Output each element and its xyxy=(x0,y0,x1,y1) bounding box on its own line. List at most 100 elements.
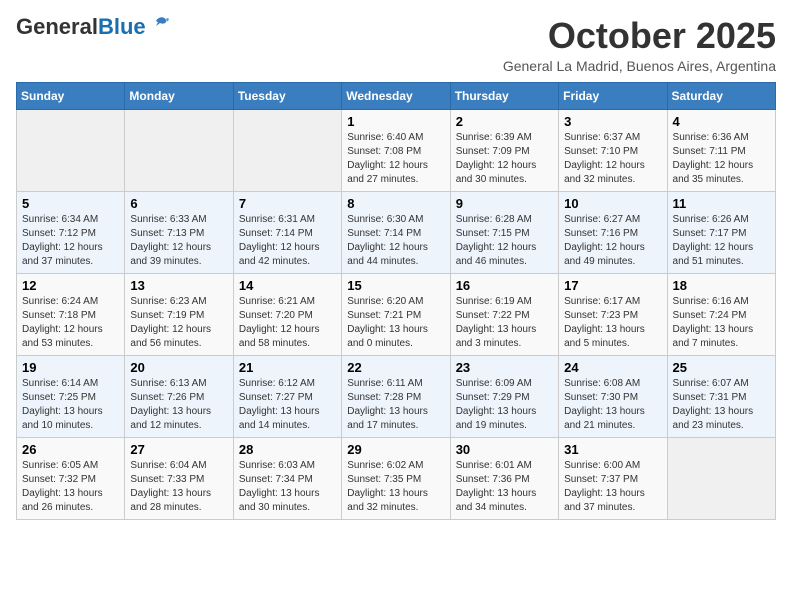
day-number: 8 xyxy=(347,196,444,211)
header-day-friday: Friday xyxy=(559,82,667,109)
day-cell xyxy=(667,437,775,519)
day-number: 27 xyxy=(130,442,227,457)
week-row-4: 19 Sunrise: 6:14 AM Sunset: 7:25 PM Dayli… xyxy=(17,355,776,437)
day-number: 17 xyxy=(564,278,661,293)
header-day-wednesday: Wednesday xyxy=(342,82,450,109)
day-number: 14 xyxy=(239,278,336,293)
day-number: 5 xyxy=(22,196,119,211)
day-cell: 29Sunrise: 6:02 AM Sunset: 7:35 PM Dayli… xyxy=(342,437,450,519)
logo-part1: General xyxy=(16,14,98,39)
day-cell: 23 Sunrise: 6:09 AM Sunset: 7:29 PM Dayli… xyxy=(450,355,558,437)
day-info: Sunrise: 6:34 AM Sunset: 7:12 PM Dayligh… xyxy=(22,213,119,269)
day-number: 18 xyxy=(673,278,770,293)
day-cell: 16 Sunrise: 6:19 AM Sunset: 7:22 PM Dayli… xyxy=(450,273,558,355)
day-info: Sunrise: 6:12 AM Sunset: 7:27 PM Dayligh… xyxy=(239,377,336,433)
day-cell xyxy=(17,109,125,191)
day-number: 12 xyxy=(22,278,119,293)
day-info: Sunrise: 6:31 AM Sunset: 7:14 PM Dayligh… xyxy=(239,213,336,269)
day-info: Sunrise: 6:08 AM Sunset: 7:30 PM Dayligh… xyxy=(564,377,661,433)
day-info: Sunrise: 6:30 AM Sunset: 7:14 PM Dayligh… xyxy=(347,213,444,269)
day-cell: 6 Sunrise: 6:33 AM Sunset: 7:13 PM Daylig… xyxy=(125,191,233,273)
day-cell: 18Sunrise: 6:16 AM Sunset: 7:24 PM Dayli… xyxy=(667,273,775,355)
logo: GeneralBlue xyxy=(16,16,170,38)
day-cell: 7 Sunrise: 6:31 AM Sunset: 7:14 PM Daylig… xyxy=(233,191,341,273)
day-number: 2 xyxy=(456,114,553,129)
day-info: Sunrise: 6:13 AM Sunset: 7:26 PM Dayligh… xyxy=(130,377,227,433)
title-section: October 2025 General La Madrid, Buenos A… xyxy=(503,16,776,74)
day-info: Sunrise: 6:33 AM Sunset: 7:13 PM Dayligh… xyxy=(130,213,227,269)
day-cell: 12 Sunrise: 6:24 AM Sunset: 7:18 PM Dayli… xyxy=(17,273,125,355)
day-info: Sunrise: 6:39 AM Sunset: 7:09 PM Dayligh… xyxy=(456,131,553,187)
day-number: 15 xyxy=(347,278,444,293)
day-number: 1 xyxy=(347,114,444,129)
day-number: 29 xyxy=(347,442,444,457)
day-number: 23 xyxy=(456,360,553,375)
day-number: 9 xyxy=(456,196,553,211)
day-info: Sunrise: 6:37 AM Sunset: 7:10 PM Dayligh… xyxy=(564,131,661,187)
day-info: Sunrise: 6:07 AM Sunset: 7:31 PM Dayligh… xyxy=(673,377,770,433)
day-info: Sunrise: 6:20 AM Sunset: 7:21 PM Dayligh… xyxy=(347,295,444,351)
day-cell: 30 Sunrise: 6:01 AM Sunset: 7:36 PM Dayli… xyxy=(450,437,558,519)
day-number: 30 xyxy=(456,442,553,457)
day-cell: 14 Sunrise: 6:21 AM Sunset: 7:20 PM Dayli… xyxy=(233,273,341,355)
day-cell: 2 Sunrise: 6:39 AM Sunset: 7:09 PM Daylig… xyxy=(450,109,558,191)
day-info: Sunrise: 6:11 AM Sunset: 7:28 PM Dayligh… xyxy=(347,377,444,433)
day-cell: 17 Sunrise: 6:17 AM Sunset: 7:23 PM Dayli… xyxy=(559,273,667,355)
day-cell: 25 Sunrise: 6:07 AM Sunset: 7:31 PM Dayli… xyxy=(667,355,775,437)
day-number: 31 xyxy=(564,442,661,457)
bird-icon xyxy=(148,14,170,36)
day-info: Sunrise: 6:17 AM Sunset: 7:23 PM Dayligh… xyxy=(564,295,661,351)
day-info: Sunrise: 6:03 AM Sunset: 7:34 PM Dayligh… xyxy=(239,459,336,515)
logo-part2: Blue xyxy=(98,14,146,39)
day-cell: 19 Sunrise: 6:14 AM Sunset: 7:25 PM Dayli… xyxy=(17,355,125,437)
day-info: Sunrise: 6:09 AM Sunset: 7:29 PM Dayligh… xyxy=(456,377,553,433)
day-cell xyxy=(233,109,341,191)
week-row-1: 1 Sunrise: 6:40 AM Sunset: 7:08 PM Daylig… xyxy=(17,109,776,191)
day-cell: 28Sunrise: 6:03 AM Sunset: 7:34 PM Dayli… xyxy=(233,437,341,519)
day-info: Sunrise: 6:14 AM Sunset: 7:25 PM Dayligh… xyxy=(22,377,119,433)
header-day-thursday: Thursday xyxy=(450,82,558,109)
day-info: Sunrise: 6:36 AM Sunset: 7:11 PM Dayligh… xyxy=(673,131,770,187)
day-info: Sunrise: 6:05 AM Sunset: 7:32 PM Dayligh… xyxy=(22,459,119,515)
day-cell xyxy=(125,109,233,191)
day-cell: 20 Sunrise: 6:13 AM Sunset: 7:26 PM Dayli… xyxy=(125,355,233,437)
week-row-3: 12 Sunrise: 6:24 AM Sunset: 7:18 PM Dayli… xyxy=(17,273,776,355)
week-row-5: 26Sunrise: 6:05 AM Sunset: 7:32 PM Dayli… xyxy=(17,437,776,519)
header-row: SundayMondayTuesdayWednesdayThursdayFrid… xyxy=(17,82,776,109)
day-number: 3 xyxy=(564,114,661,129)
day-info: Sunrise: 6:04 AM Sunset: 7:33 PM Dayligh… xyxy=(130,459,227,515)
day-info: Sunrise: 6:24 AM Sunset: 7:18 PM Dayligh… xyxy=(22,295,119,351)
day-info: Sunrise: 6:26 AM Sunset: 7:17 PM Dayligh… xyxy=(673,213,770,269)
day-number: 13 xyxy=(130,278,227,293)
day-cell: 27 Sunrise: 6:04 AM Sunset: 7:33 PM Dayli… xyxy=(125,437,233,519)
header-day-monday: Monday xyxy=(125,82,233,109)
day-number: 6 xyxy=(130,196,227,211)
day-number: 21 xyxy=(239,360,336,375)
day-number: 16 xyxy=(456,278,553,293)
day-number: 20 xyxy=(130,360,227,375)
day-number: 11 xyxy=(673,196,770,211)
day-info: Sunrise: 6:01 AM Sunset: 7:36 PM Dayligh… xyxy=(456,459,553,515)
day-cell: 10Sunrise: 6:27 AM Sunset: 7:16 PM Dayli… xyxy=(559,191,667,273)
header-day-tuesday: Tuesday xyxy=(233,82,341,109)
day-cell: 1 Sunrise: 6:40 AM Sunset: 7:08 PM Daylig… xyxy=(342,109,450,191)
day-cell: 13Sunrise: 6:23 AM Sunset: 7:19 PM Dayli… xyxy=(125,273,233,355)
day-number: 19 xyxy=(22,360,119,375)
day-cell: 9Sunrise: 6:28 AM Sunset: 7:15 PM Daylig… xyxy=(450,191,558,273)
day-cell: 4Sunrise: 6:36 AM Sunset: 7:11 PM Daylig… xyxy=(667,109,775,191)
day-cell: 22Sunrise: 6:11 AM Sunset: 7:28 PM Dayli… xyxy=(342,355,450,437)
day-cell: 5 Sunrise: 6:34 AM Sunset: 7:12 PM Daylig… xyxy=(17,191,125,273)
day-cell: 26Sunrise: 6:05 AM Sunset: 7:32 PM Dayli… xyxy=(17,437,125,519)
day-info: Sunrise: 6:19 AM Sunset: 7:22 PM Dayligh… xyxy=(456,295,553,351)
day-info: Sunrise: 6:21 AM Sunset: 7:20 PM Dayligh… xyxy=(239,295,336,351)
day-cell: 8 Sunrise: 6:30 AM Sunset: 7:14 PM Daylig… xyxy=(342,191,450,273)
day-number: 7 xyxy=(239,196,336,211)
header-day-sunday: Sunday xyxy=(17,82,125,109)
location-subtitle: General La Madrid, Buenos Aires, Argenti… xyxy=(503,58,776,74)
day-number: 24 xyxy=(564,360,661,375)
day-number: 25 xyxy=(673,360,770,375)
week-row-2: 5 Sunrise: 6:34 AM Sunset: 7:12 PM Daylig… xyxy=(17,191,776,273)
day-info: Sunrise: 6:40 AM Sunset: 7:08 PM Dayligh… xyxy=(347,131,444,187)
day-cell: 15 Sunrise: 6:20 AM Sunset: 7:21 PM Dayli… xyxy=(342,273,450,355)
day-number: 10 xyxy=(564,196,661,211)
